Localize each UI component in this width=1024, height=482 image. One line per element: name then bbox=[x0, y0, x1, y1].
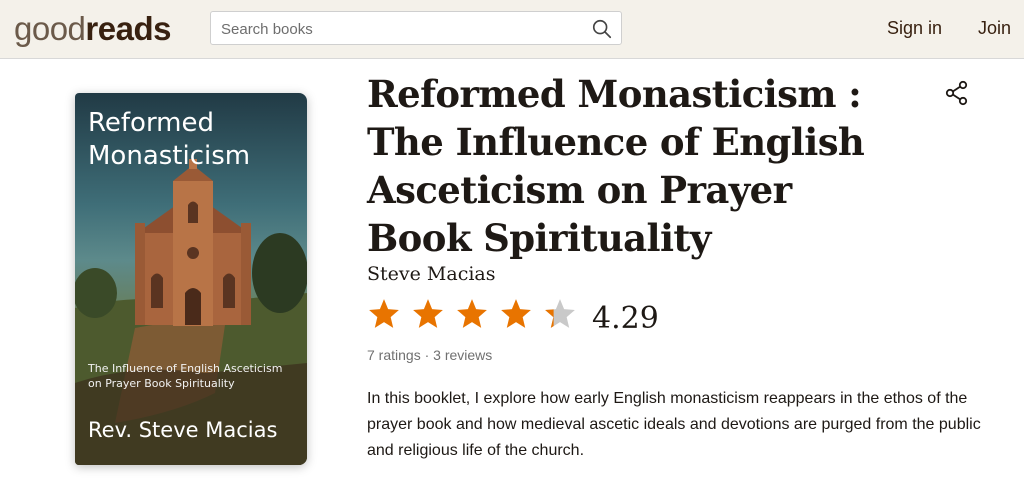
ratings-count-link[interactable]: 7 ratings bbox=[367, 347, 421, 363]
join-link[interactable]: Join bbox=[978, 18, 1011, 39]
average-rating: 4.29 bbox=[592, 301, 659, 336]
meta-separator: · bbox=[420, 347, 434, 363]
star-icon bbox=[457, 299, 487, 328]
search-box[interactable] bbox=[210, 11, 622, 45]
sign-in-link[interactable]: Sign in bbox=[887, 18, 942, 39]
cover-title: Reformed Monasticism bbox=[88, 108, 251, 171]
search-icon[interactable] bbox=[591, 18, 613, 40]
book-description: In this booklet, I explore how early Eng… bbox=[367, 390, 981, 459]
reviews-count-link[interactable]: 3 reviews bbox=[433, 347, 492, 363]
cover-author: Rev. Steve Macias bbox=[88, 418, 278, 442]
book-title: Reformed Monasticism : The Influence of … bbox=[367, 72, 865, 260]
star-icon bbox=[369, 299, 399, 328]
share-icon[interactable] bbox=[944, 80, 970, 106]
partial-star-icon bbox=[545, 299, 575, 328]
goodreads-logo[interactable]: goodreads bbox=[14, 9, 171, 49]
star-icon bbox=[501, 299, 531, 328]
logo-text-good: good bbox=[14, 10, 86, 47]
cover-subtitle: The Influence of English Asceticism on P… bbox=[88, 362, 283, 390]
star-icon bbox=[413, 299, 443, 328]
book-cover[interactable]: Reformed Monasticism The Influence of En… bbox=[75, 93, 307, 465]
site-header: goodreads Sign in Join bbox=[0, 0, 1024, 59]
logo-text-reads: reads bbox=[85, 10, 171, 47]
book-author-link[interactable]: Steve Macias bbox=[367, 263, 496, 285]
rating-stats: 7 ratings · 3 reviews bbox=[367, 347, 492, 363]
search-input[interactable] bbox=[219, 17, 583, 41]
